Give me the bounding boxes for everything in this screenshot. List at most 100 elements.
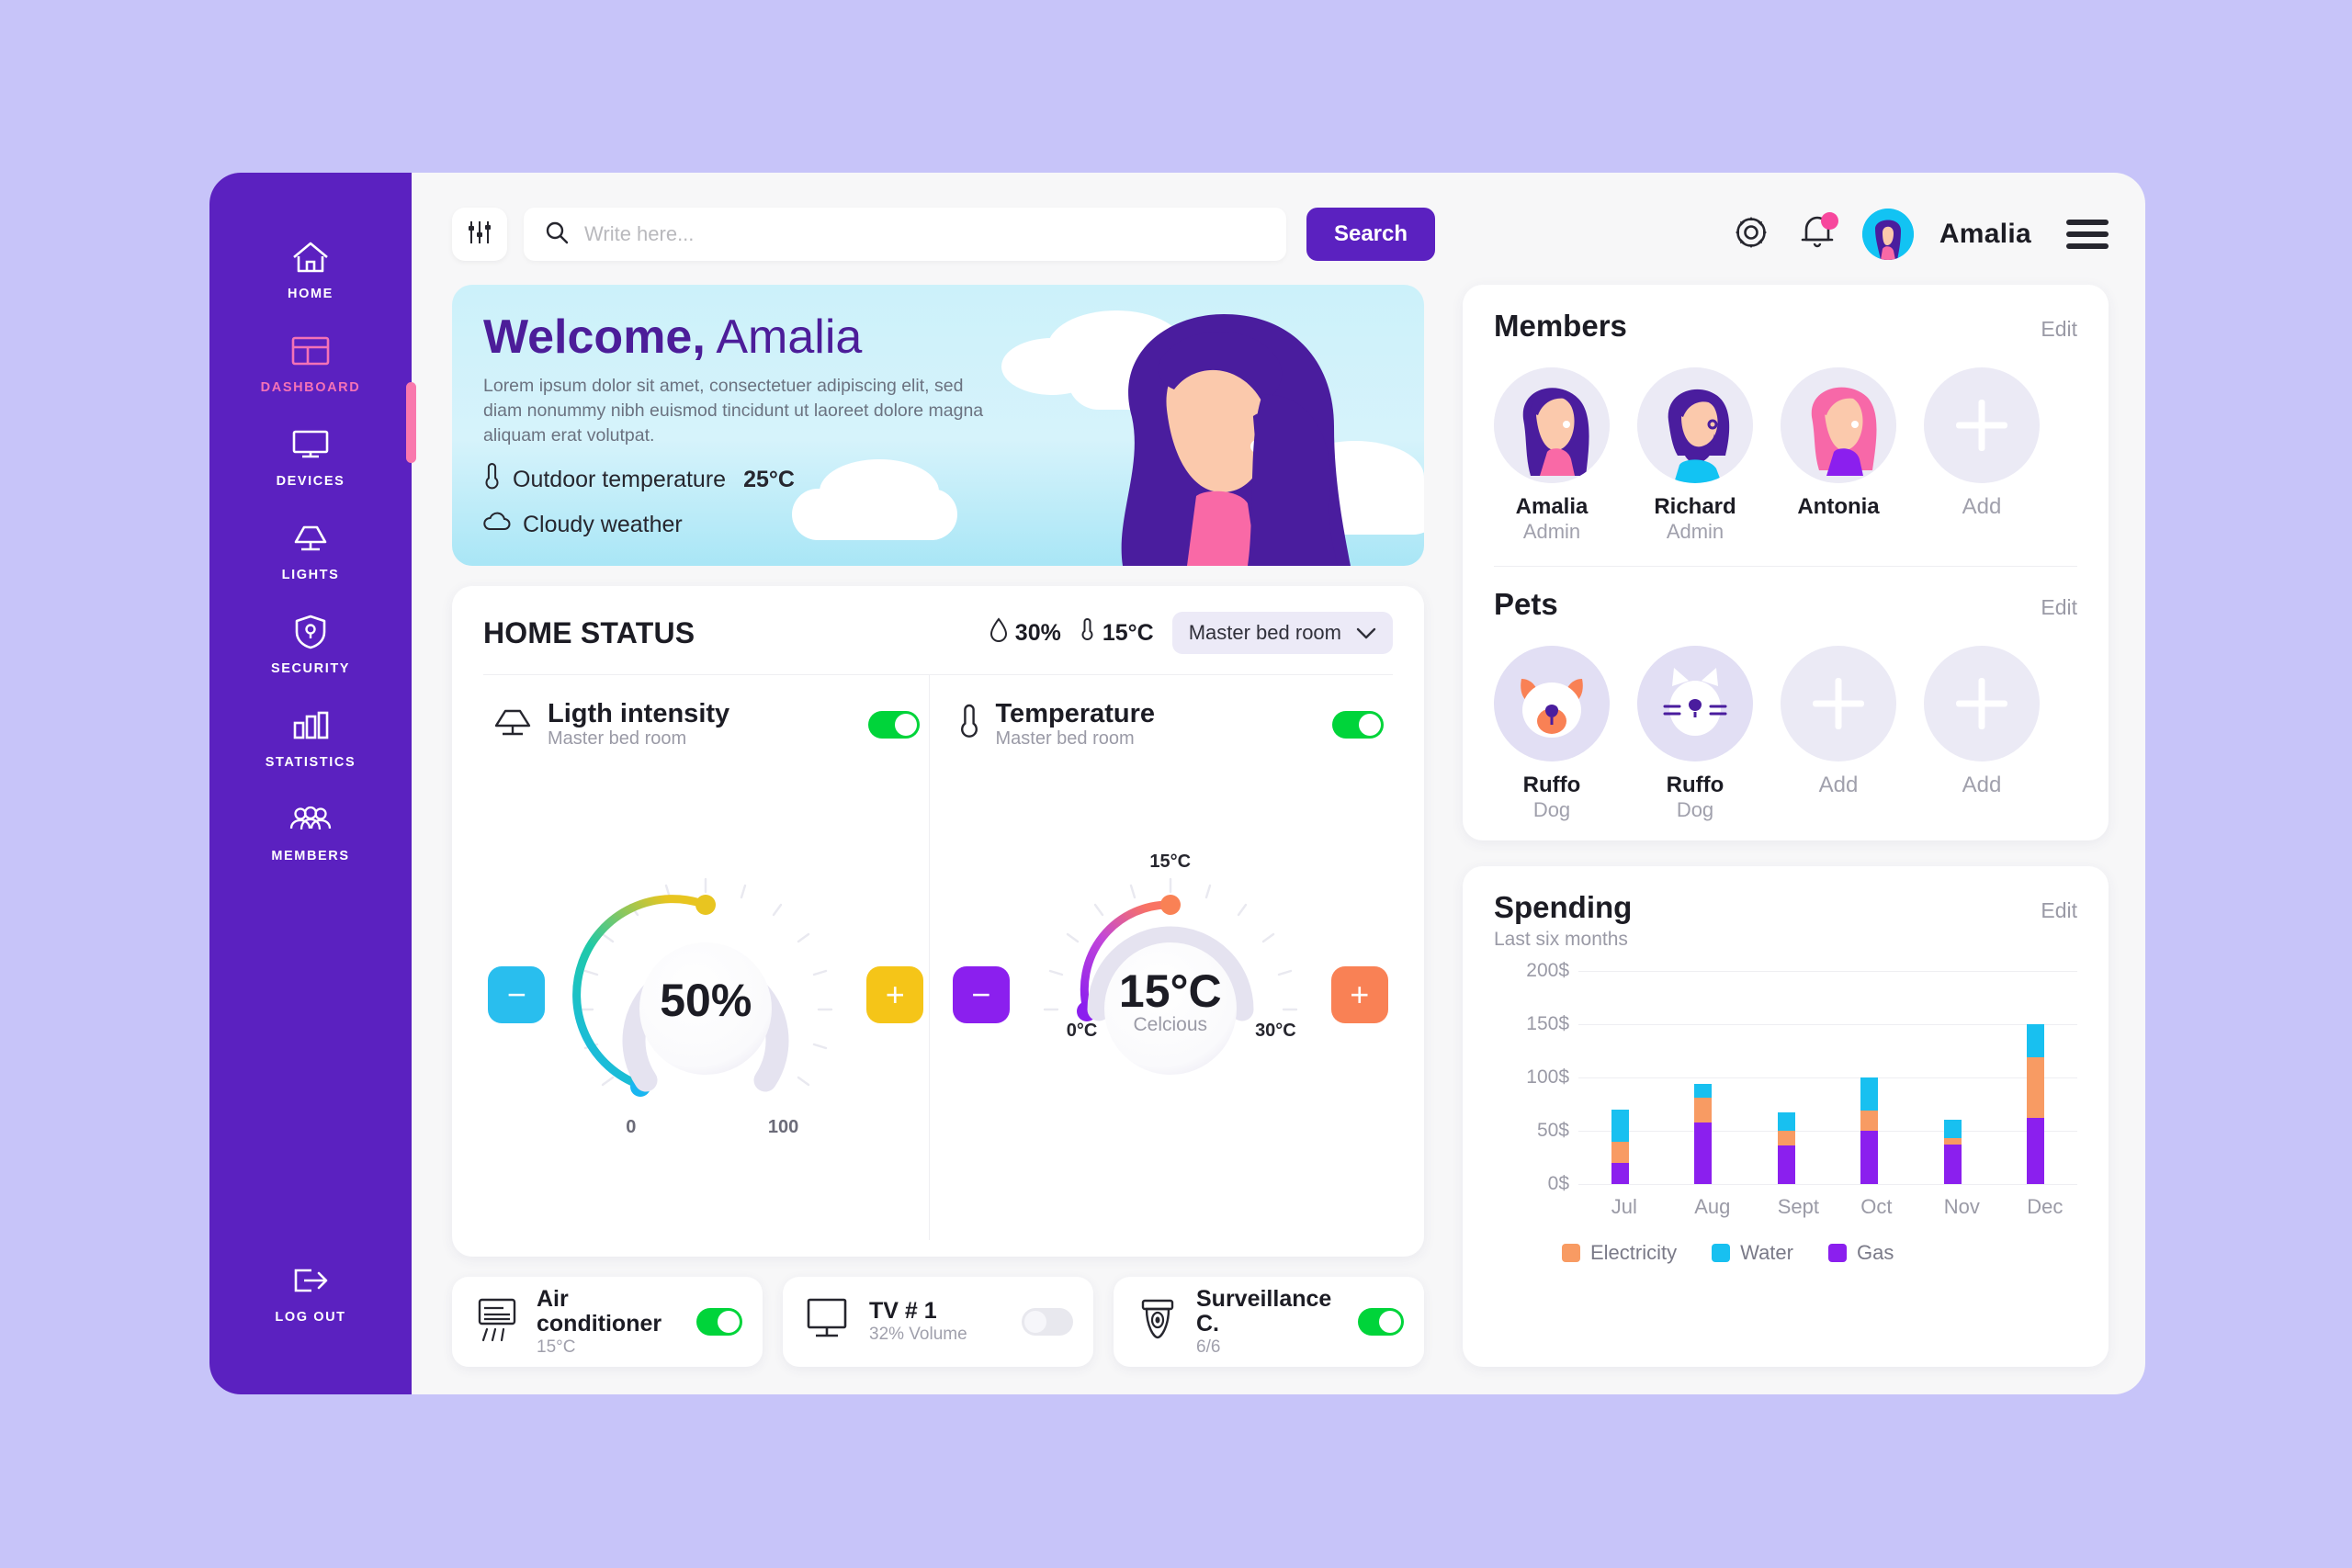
avatar[interactable]: [1861, 209, 1914, 260]
chart-bar-segment: [2027, 1024, 2045, 1057]
chart-bar-segment: [1860, 1131, 1879, 1184]
pet-add-button[interactable]: Add: [1781, 646, 1896, 822]
chart-x-tick: Nov: [1943, 1195, 1980, 1218]
device-card-tv[interactable]: TV # 1 32% Volume: [783, 1277, 1093, 1367]
legend-label: Water: [1740, 1241, 1793, 1264]
light-dial[interactable]: 50% 0 100: [545, 857, 866, 1137]
pets-edit-button[interactable]: Edit: [2041, 595, 2077, 620]
chart-x-tick: Dec: [2027, 1195, 2064, 1218]
member-item[interactable]: Amalia Admin: [1494, 367, 1610, 544]
outdoor-temperature-value: 25°C: [743, 466, 795, 492]
light-value: 50%: [660, 975, 752, 1027]
tv-icon: [803, 1296, 854, 1348]
chart-x-axis: Jul Aug Sept Oct Nov Dec: [1578, 1195, 2077, 1219]
sidebar-item-label: DEVICES: [276, 474, 345, 489]
chart-bar[interactable]: [1611, 1109, 1629, 1184]
top-bar-actions: Amalia: [1730, 209, 2109, 260]
search-box[interactable]: [524, 208, 1286, 261]
sidebar-active-indicator: [406, 382, 416, 463]
chart-legend-item[interactable]: Electricity: [1562, 1241, 1677, 1265]
member-role: Admin: [1522, 520, 1581, 543]
sidebar-item-security[interactable]: SECURITY: [209, 595, 412, 689]
chart-bar[interactable]: [1860, 1077, 1879, 1184]
spending-edit-button[interactable]: Edit: [2041, 898, 2077, 923]
temperature-increase-button[interactable]: +: [1330, 966, 1388, 1024]
sidebar-item-label: SECURITY: [270, 661, 351, 676]
temperature-dial[interactable]: 15°C 15°C Celcious 0°C 30°C: [1010, 852, 1331, 1133]
sidebar-item-lights[interactable]: LIGHTS: [209, 502, 412, 595]
add-icon: [1781, 646, 1896, 761]
temperature-max-label: 30°C: [1255, 1021, 1296, 1042]
room-selector[interactable]: Master bed room: [1171, 612, 1393, 654]
sidebar-item-logout[interactable]: LOG OUT: [209, 1244, 412, 1337]
temperature-value: 15°C: [1118, 965, 1222, 1018]
shield-icon: [292, 611, 329, 653]
sidebar-item-statistics[interactable]: STATISTICS: [209, 689, 412, 783]
light-subtitle: Master bed room: [548, 728, 687, 750]
chart-bar-segment: [1777, 1131, 1795, 1146]
device-card-air-conditioner[interactable]: Air conditioner 15°C: [452, 1277, 763, 1367]
temperature-toggle[interactable]: [1332, 710, 1384, 739]
sidebar-item-home[interactable]: HOME: [209, 220, 412, 314]
indoor-temperature-metric: 15°C: [1080, 617, 1154, 649]
member-item[interactable]: Richard Admin: [1637, 367, 1753, 544]
pet-add-button[interactable]: Add: [1924, 646, 2040, 822]
left-column: Welcome, Amalia Lorem ipsum dolor sit am…: [452, 285, 1424, 1367]
home-status-metrics: 30% 15°C Master bed room: [989, 612, 1393, 654]
bell-icon[interactable]: [1798, 211, 1838, 257]
pet-item[interactable]: Ruffo Dog: [1494, 646, 1610, 822]
device-toggle[interactable]: [1358, 1308, 1404, 1336]
content-area: Welcome, Amalia Lorem ipsum dolor sit am…: [452, 285, 2109, 1367]
thermometer-icon: [1080, 617, 1095, 649]
sidebar-item-devices[interactable]: DEVICES: [209, 408, 412, 502]
chart-bar-segment: [1943, 1138, 1962, 1145]
pet-name: Add: [1818, 773, 1859, 797]
pet-name: Add: [1962, 773, 2002, 797]
chart-bar[interactable]: [1943, 1120, 1962, 1184]
chart-bar-segment: [1694, 1083, 1713, 1099]
search-input[interactable]: [584, 222, 1266, 246]
device-status: 32% Volume: [869, 1324, 967, 1344]
members-edit-button[interactable]: Edit: [2041, 317, 2077, 342]
light-max-label: 100: [767, 1117, 799, 1138]
cloud-icon: [483, 512, 511, 538]
home-status-card: HOME STATUS 30% 15°C Master bed room Lig…: [452, 586, 1424, 1257]
chart-bar[interactable]: [1777, 1112, 1795, 1184]
chart-bar-segment: [2027, 1118, 2045, 1184]
temperature-decrease-button[interactable]: −: [952, 966, 1010, 1024]
light-toggle[interactable]: [867, 710, 920, 739]
hamburger-icon[interactable]: [2066, 220, 2109, 249]
light-decrease-button[interactable]: −: [488, 966, 546, 1024]
member-item[interactable]: Antonia: [1781, 367, 1896, 544]
filter-button[interactable]: [452, 208, 507, 261]
device-card-surveillance[interactable]: Surveillance C. 6/6: [1114, 1277, 1424, 1367]
pet-name: Ruffo: [1666, 773, 1724, 797]
member-add-button[interactable]: Add: [1924, 367, 2040, 544]
add-icon: [1924, 646, 2040, 761]
home-status-header: HOME STATUS 30% 15°C Master bed room: [483, 612, 1393, 675]
chart-bar[interactable]: [1694, 1083, 1713, 1184]
pets-title: Pets: [1494, 587, 1558, 621]
members-title: Members: [1494, 309, 1627, 343]
chart-bar-segment: [1777, 1145, 1795, 1184]
gear-icon[interactable]: [1730, 211, 1772, 258]
light-intensity-control: Ligth intensity Master bed room − 50% 0 …: [483, 675, 929, 1240]
spending-header: Spending Last six months Edit: [1494, 890, 2077, 951]
chart-legend-item[interactable]: Gas: [1827, 1241, 1894, 1265]
chart-legend-item[interactable]: Water: [1712, 1241, 1793, 1265]
avatar: [1781, 367, 1896, 483]
device-toggle[interactable]: [1022, 1308, 1073, 1336]
member-name: Richard: [1654, 494, 1736, 519]
chart-bar-segment: [1943, 1145, 1962, 1184]
chevron-down-icon: [1356, 621, 1376, 645]
chart-bar[interactable]: [2027, 1024, 2045, 1184]
light-increase-button[interactable]: +: [866, 966, 924, 1024]
sidebar-item-members[interactable]: MEMBERS: [209, 783, 412, 876]
search-button[interactable]: Search: [1306, 208, 1435, 261]
sidebar-item-dashboard[interactable]: DASHBOARD: [209, 314, 412, 408]
chart-x-tick: Aug: [1694, 1195, 1731, 1218]
chart-bar-segment: [2027, 1056, 2045, 1119]
device-toggle[interactable]: [696, 1308, 742, 1336]
temperature-subtitle: Master bed room: [995, 728, 1135, 750]
pet-item[interactable]: Ruffo Dog: [1637, 646, 1753, 822]
